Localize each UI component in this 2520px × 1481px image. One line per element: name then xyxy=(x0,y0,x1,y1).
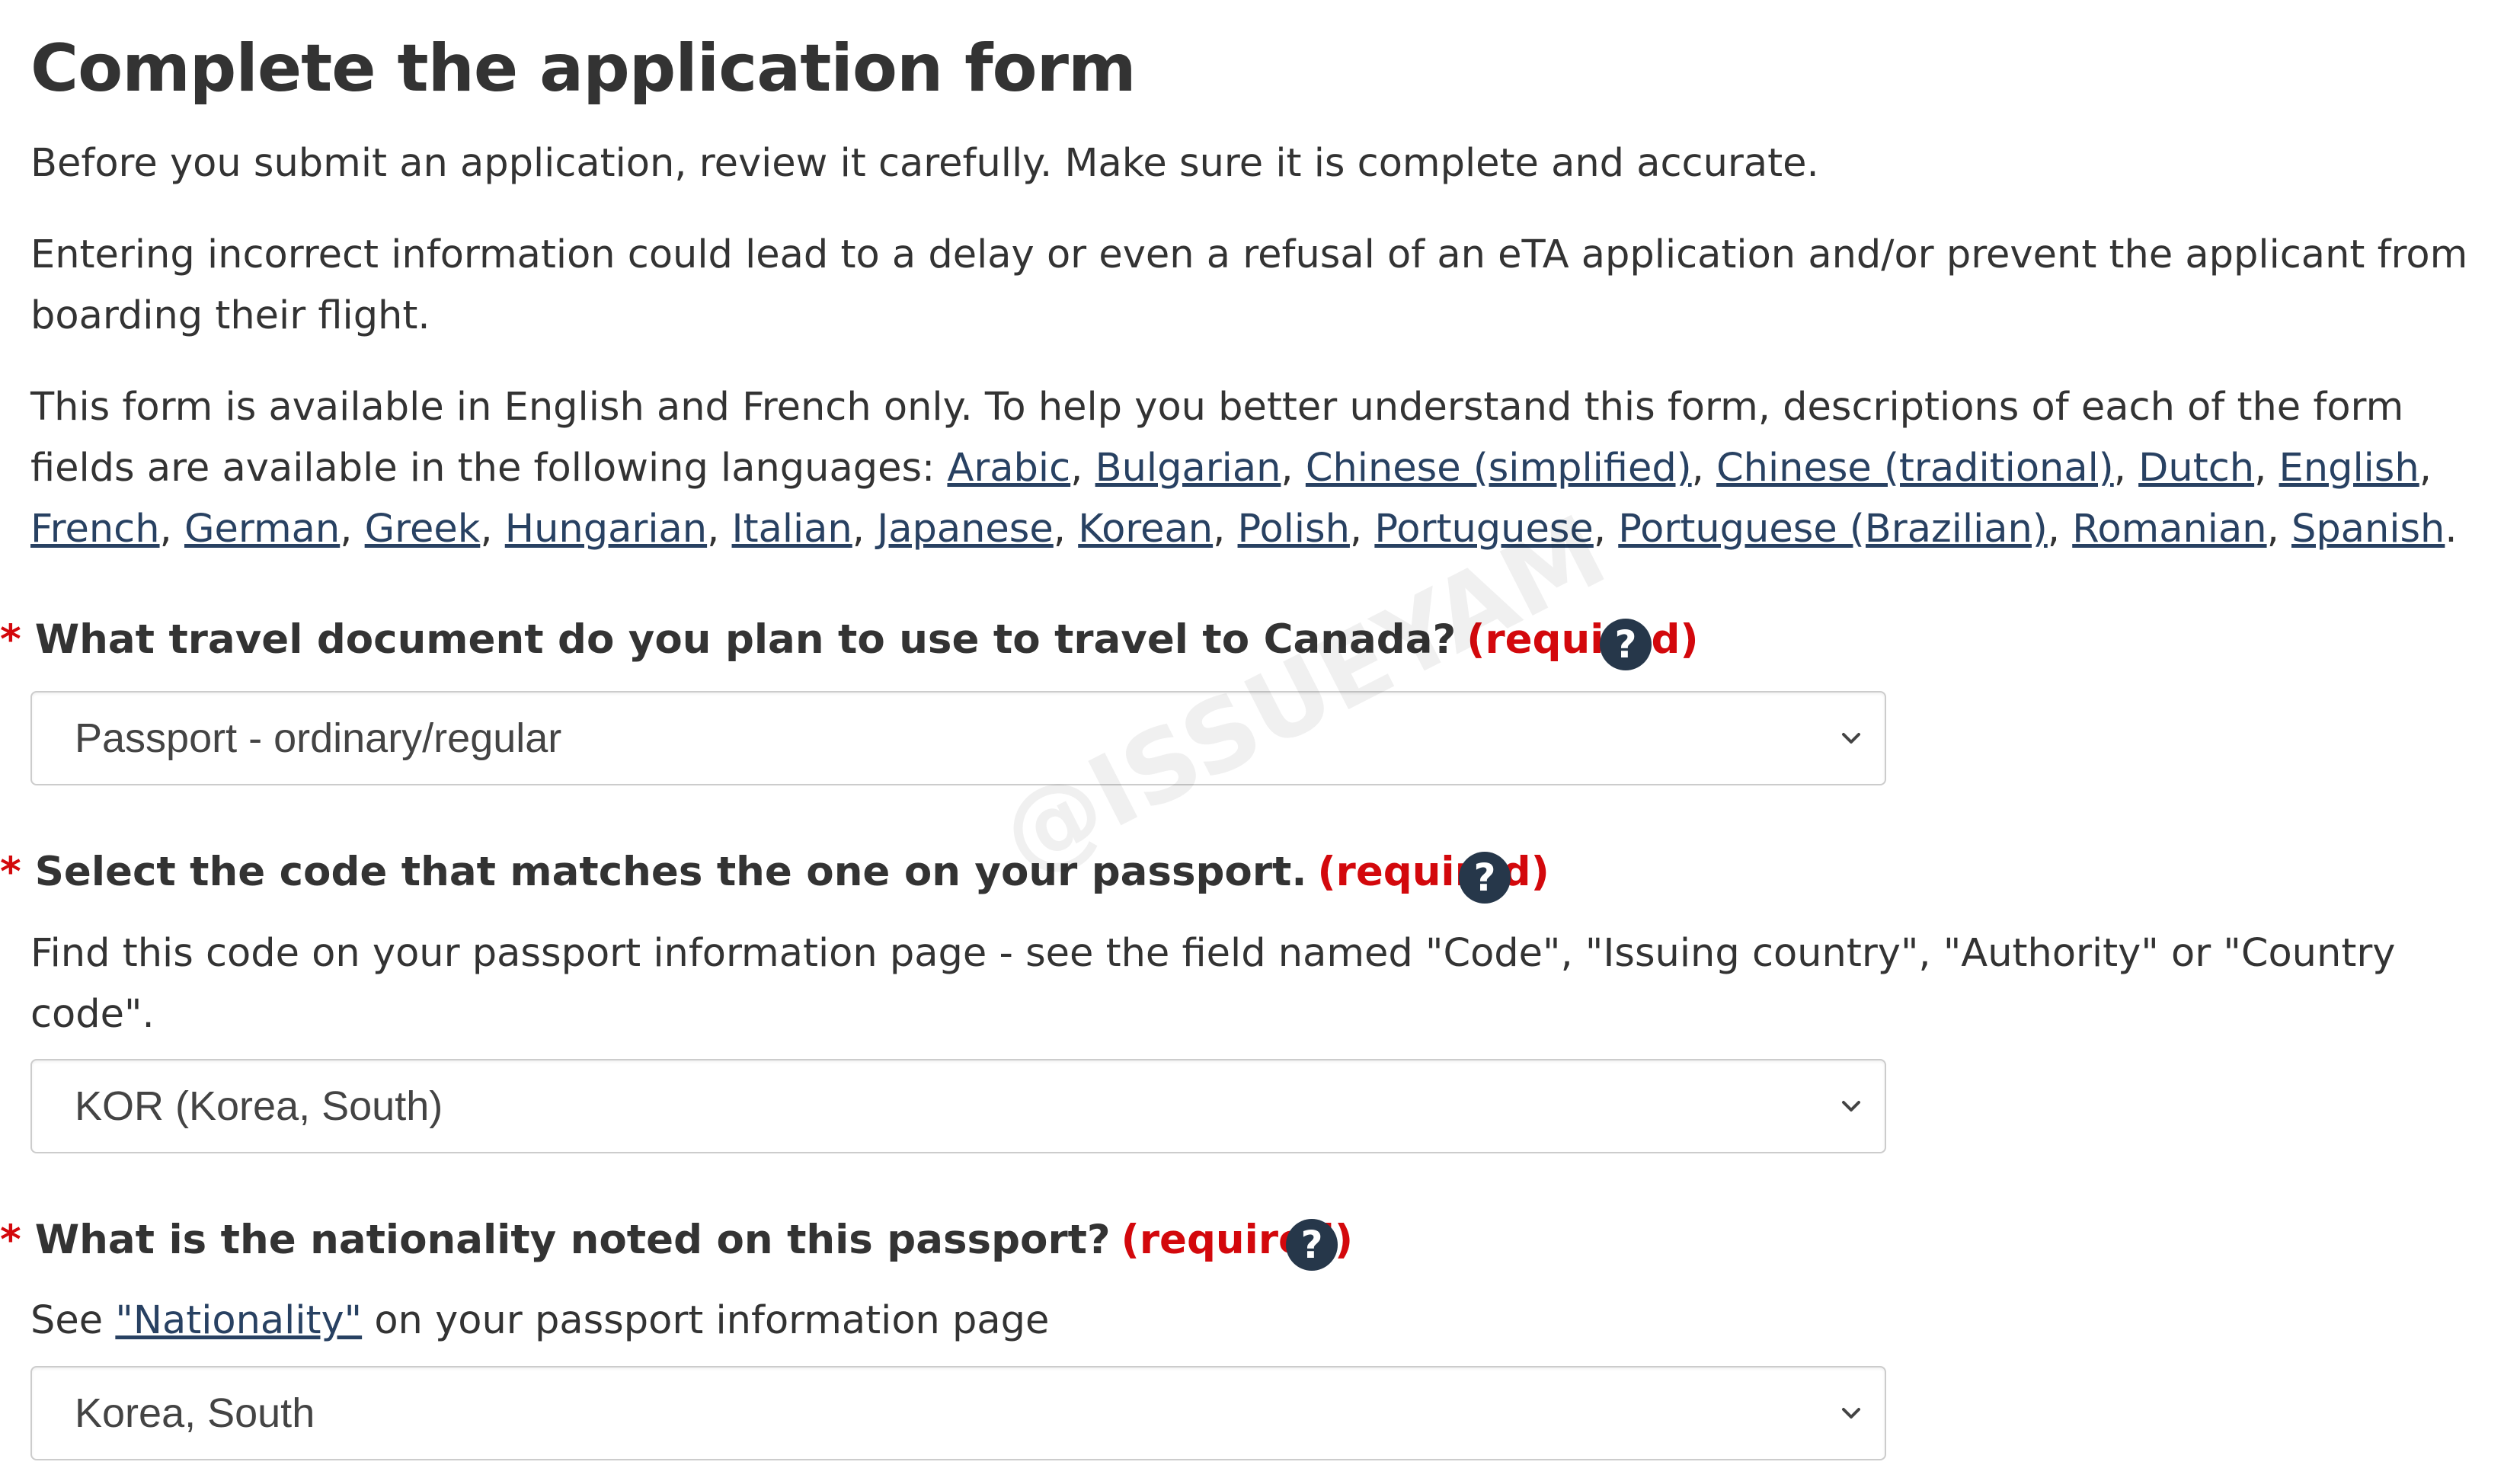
page-title: Complete the application form xyxy=(30,30,1137,107)
language-link-portuguese-brazilian[interactable]: Portuguese (Brazilian) xyxy=(1618,507,2048,552)
question-travel-document-text: What travel document do you plan to use … xyxy=(34,616,1457,663)
language-link-german[interactable]: German xyxy=(184,507,340,552)
passport-code-selected-value: KOR (Korea, South) xyxy=(75,1083,443,1129)
chevron-down-icon xyxy=(1842,1101,1860,1112)
language-link-polish[interactable]: Polish xyxy=(1238,507,1350,552)
language-link-spanish[interactable]: Spanish xyxy=(2291,507,2445,552)
language-link-korean[interactable]: Korean xyxy=(1078,507,1213,552)
chevron-down-icon xyxy=(1842,1408,1860,1419)
question-passport-code-label: * Select the code that matches the one on… xyxy=(0,842,1549,903)
intro-paragraph-warning: Entering incorrect information could lea… xyxy=(30,232,2468,338)
travel-document-selected-value: Passport - ordinary/regular xyxy=(75,715,562,761)
required-label: (required) xyxy=(1317,849,1549,895)
nationality-hint-suffix: on your passport information page xyxy=(374,1298,1050,1343)
language-link-french[interactable]: French xyxy=(30,507,160,552)
nationality-select[interactable]: Korea, South xyxy=(30,1366,1886,1460)
language-link-portuguese[interactable]: Portuguese xyxy=(1374,507,1593,552)
nationality-info-link[interactable]: "Nationality" xyxy=(115,1298,362,1343)
help-icon[interactable]: ? xyxy=(1286,1219,1338,1271)
language-link-italian[interactable]: Italian xyxy=(732,507,852,552)
required-asterisk: * xyxy=(0,616,21,663)
language-link-english[interactable]: English xyxy=(2279,446,2419,491)
question-passport-code-text: Select the code that matches the one on … xyxy=(34,849,1307,895)
language-link-bulgarian[interactable]: Bulgarian xyxy=(1095,446,1281,491)
language-link-greek[interactable]: Greek xyxy=(365,507,481,552)
passport-code-hint: Find this code on your passport informat… xyxy=(30,931,2396,1037)
question-travel-document-label: * What travel document do you plan to use… xyxy=(0,609,1699,670)
language-link-romanian[interactable]: Romanian xyxy=(2072,507,2266,552)
language-link-japanese[interactable]: Japanese xyxy=(877,507,1054,552)
nationality-hint: See "Nationality" on your passport infor… xyxy=(30,1291,2506,1351)
language-link-arabic[interactable]: Arabic xyxy=(947,446,1070,491)
nationality-hint-prefix: See xyxy=(30,1298,104,1343)
help-icon[interactable]: ? xyxy=(1600,619,1652,670)
language-link-chinese-traditional[interactable]: Chinese (traditional) xyxy=(1716,446,2114,491)
help-icon[interactable]: ? xyxy=(1459,852,1511,904)
language-link-chinese-simplified[interactable]: Chinese (simplified) xyxy=(1306,446,1692,491)
chevron-down-icon xyxy=(1842,733,1860,744)
intro-paragraph-review: Before you submit an application, review… xyxy=(30,141,1819,186)
travel-document-select[interactable]: Passport - ordinary/regular xyxy=(30,691,1886,785)
language-link-hungarian[interactable]: Hungarian xyxy=(505,507,707,552)
question-nationality-text: What is the nationality noted on this pa… xyxy=(34,1217,1111,1263)
passport-code-select[interactable]: KOR (Korea, South) xyxy=(30,1059,1886,1153)
question-nationality-label: * What is the nationality noted on this p… xyxy=(0,1210,1353,1271)
intro-paragraph-languages: This form is available in English and Fr… xyxy=(30,377,2506,560)
required-label: (required) xyxy=(1466,616,1699,663)
nationality-selected-value: Korea, South xyxy=(75,1390,315,1436)
required-asterisk: * xyxy=(0,849,21,895)
required-asterisk: * xyxy=(0,1217,21,1263)
application-form-page: Complete the application form Before you… xyxy=(0,0,2520,1481)
language-link-dutch[interactable]: Dutch xyxy=(2138,446,2254,491)
